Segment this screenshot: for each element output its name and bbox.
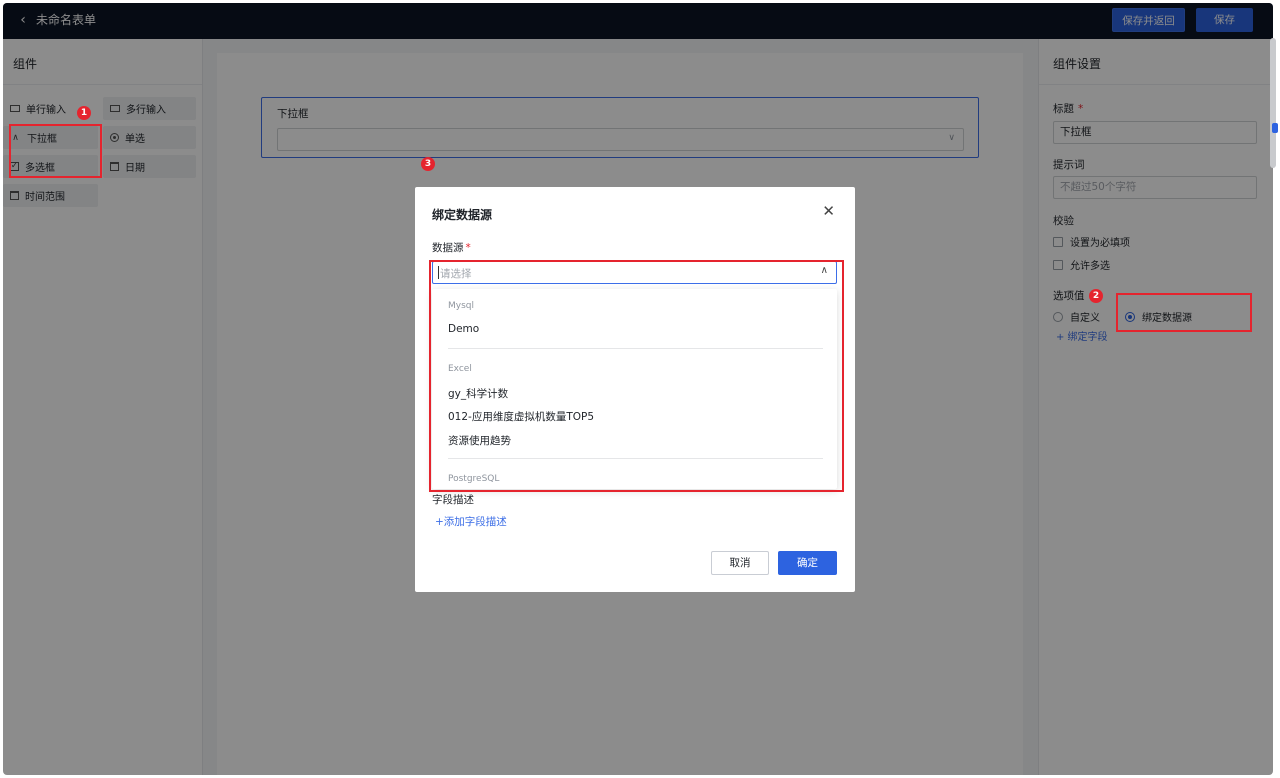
annotation-box-3 [429,260,844,492]
dialog-title: 绑定数据源 [432,208,493,222]
datasource-label-text: 数据源 [432,242,464,254]
annotation-box-2 [1116,293,1252,332]
required-mark: * [465,242,471,254]
annotation-box-1 [9,124,102,178]
cancel-button[interactable]: 取消 [711,551,769,575]
annotation-badge-2: 2 [1089,289,1103,303]
annotation-badge-1: 1 [77,106,91,120]
confirm-button[interactable]: 确定 [778,551,837,575]
add-field-desc-link[interactable]: +添加字段描述 [435,514,507,529]
datasource-label: 数据源 * [432,240,471,255]
scrollbar[interactable] [1270,38,1276,168]
field-desc-label: 字段描述 [432,494,474,506]
annotation-badge-3: 3 [421,157,435,171]
edge-tab [1272,123,1278,133]
close-icon[interactable]: ✕ [822,204,835,219]
